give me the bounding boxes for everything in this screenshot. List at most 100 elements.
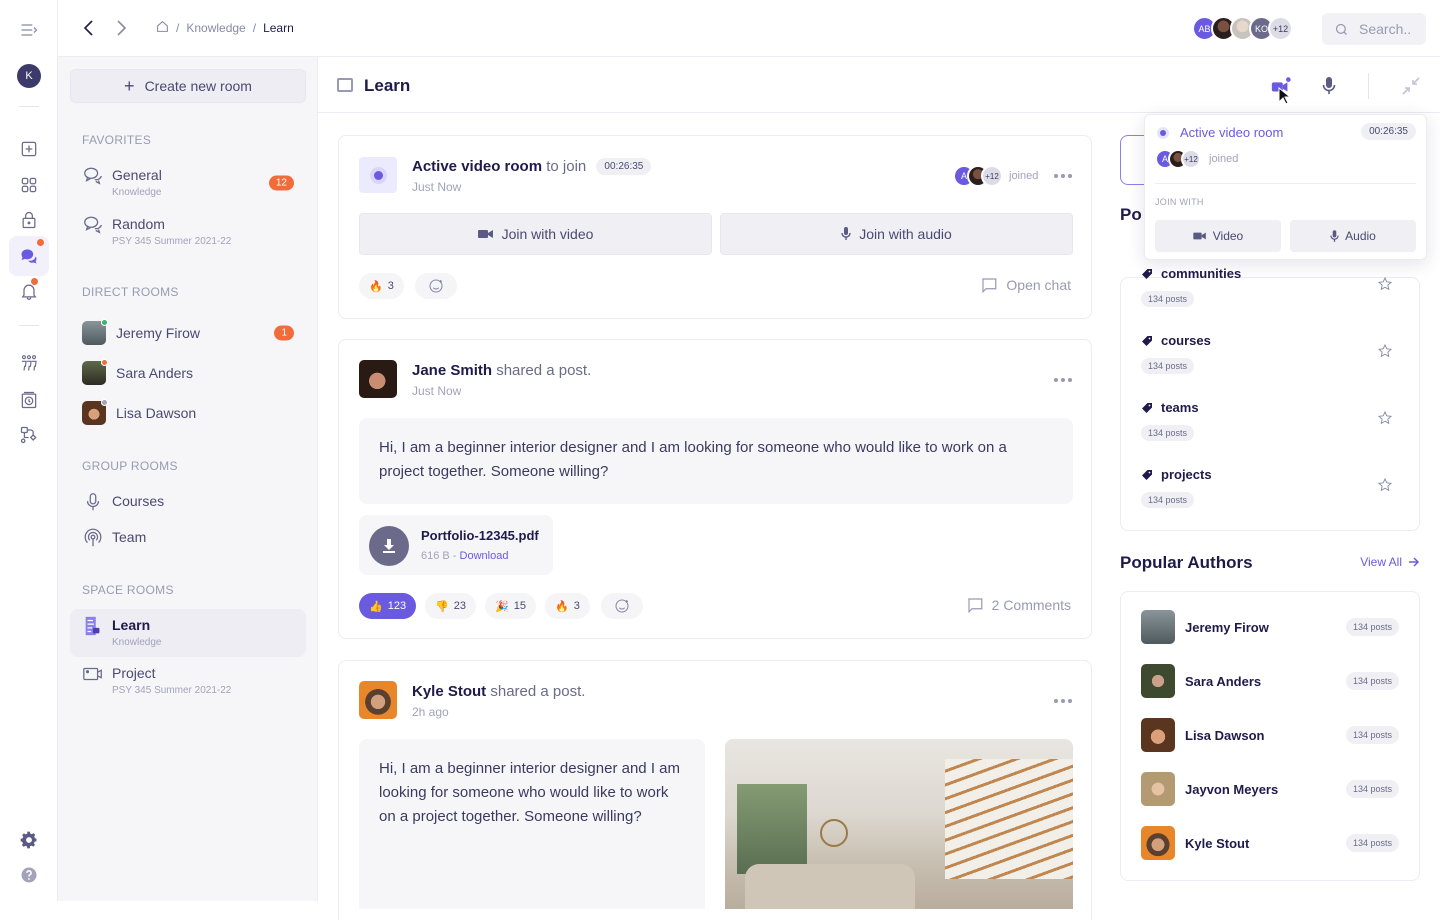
view-all-link[interactable]: View All [1360, 555, 1420, 569]
divider [1155, 183, 1416, 184]
home-icon[interactable] [156, 20, 169, 36]
microphone-icon [1330, 229, 1339, 242]
notification-dot [31, 278, 38, 285]
breadcrumb-learn: Learn [263, 21, 294, 35]
menu-toggle-icon[interactable] [14, 15, 44, 45]
download-icon[interactable] [369, 526, 409, 566]
chat-icon[interactable] [9, 236, 49, 276]
post-image[interactable] [725, 739, 1073, 909]
breadcrumb: / Knowledge / Learn [156, 20, 294, 36]
popular-authors-title: Popular Authors [1120, 553, 1253, 572]
icon-rail: K [0, 0, 58, 901]
help-icon[interactable] [14, 860, 44, 890]
divider [19, 106, 39, 107]
reaction-party[interactable]: 🎉 15 [485, 593, 536, 619]
direct-room-lisa-dawson[interactable]: Lisa Dawson [70, 399, 306, 425]
joined-participants[interactable]: A +12 joined [1155, 149, 1238, 169]
more-participants-count: +12 [1268, 16, 1293, 41]
file-attachment[interactable]: Portfolio-12345.pdf 616 B - Download [359, 515, 553, 575]
grid-icon[interactable] [14, 170, 44, 200]
popover-title[interactable]: Active video room [1180, 125, 1283, 140]
main-content: Learn Active video room to join 00:26:35… [318, 57, 1440, 920]
join-video-button[interactable]: Video [1155, 220, 1281, 252]
participant-avatars[interactable]: AB KO +12 [1192, 16, 1293, 41]
join-video-button[interactable]: Join with video [359, 213, 712, 255]
more-options-button[interactable] [1053, 375, 1073, 385]
video-camera-icon [1193, 232, 1206, 240]
microphone-icon [86, 493, 100, 511]
space-room-project[interactable]: Project PSY 345 Summer 2021-22 [70, 665, 306, 696]
unread-badge: 12 [268, 175, 294, 190]
author-avatar [1141, 610, 1175, 644]
reaction-thumbs-down[interactable]: 👎 23 [425, 593, 476, 619]
author-avatar[interactable] [359, 681, 397, 719]
more-participants-count: +12 [1181, 149, 1201, 169]
direct-room-sara-anders[interactable]: Sara Anders [70, 359, 306, 385]
comments-button[interactable]: 2 Comments [966, 596, 1071, 614]
author-avatar[interactable] [359, 360, 397, 398]
unread-badge: 1 [274, 325, 294, 341]
bell-icon[interactable] [14, 276, 44, 306]
author-item[interactable]: Lisa Dawson 134 posts [1141, 718, 1401, 752]
tag-item[interactable]: teams 134 posts [1141, 400, 1401, 441]
direct-room-jeremy-firow[interactable]: Jeremy Firow 1 [70, 319, 306, 345]
microphone-icon [841, 227, 851, 240]
file-name: Portfolio-12345.pdf [421, 528, 539, 543]
author-avatar [1141, 772, 1175, 806]
post-author[interactable]: Jane Smith [412, 362, 492, 379]
joined-participants[interactable]: A +12 joined [953, 165, 1038, 187]
author-item[interactable]: Sara Anders 134 posts [1141, 664, 1401, 698]
author-item[interactable]: Kyle Stout 134 posts [1141, 826, 1401, 860]
breadcrumb-knowledge[interactable]: Knowledge [186, 21, 245, 35]
divider [1368, 73, 1369, 99]
back-button[interactable] [78, 17, 100, 39]
add-reaction-button[interactable] [415, 273, 457, 299]
collapse-button[interactable] [1400, 75, 1422, 97]
space-room-learn[interactable]: Learn Knowledge [70, 609, 306, 657]
settings-icon[interactable] [14, 825, 44, 855]
more-options-button[interactable] [1053, 696, 1073, 706]
tag-item[interactable]: communities 134 posts [1141, 266, 1401, 307]
star-icon [1377, 410, 1393, 425]
forward-button[interactable] [110, 17, 132, 39]
avatar [82, 399, 108, 425]
post-text: Hi, I am a beginner interior designer an… [359, 739, 705, 909]
search-placeholder: Search.. [1359, 21, 1412, 37]
join-audio-button[interactable]: Join with audio [720, 213, 1073, 255]
chat-icon [982, 278, 997, 294]
create-room-button[interactable]: + Create new room [70, 69, 306, 103]
schedule-icon[interactable] [14, 385, 44, 415]
join-with-label: JOIN WITH [1155, 197, 1204, 207]
avatar [82, 319, 108, 345]
group-room-team[interactable]: Team [70, 528, 306, 549]
more-options-button[interactable] [1053, 171, 1073, 181]
search-input[interactable]: Search.. [1322, 13, 1426, 45]
download-link[interactable]: Download [460, 550, 509, 562]
open-chat-button[interactable]: Open chat [980, 276, 1071, 294]
join-audio-button[interactable]: Audio [1290, 220, 1416, 252]
mouse-cursor-icon [1278, 86, 1292, 110]
room-random[interactable]: Random PSY 345 Summer 2021-22 [70, 216, 306, 247]
community-icon[interactable] [14, 348, 44, 378]
tag-item[interactable]: courses 134 posts [1141, 333, 1401, 374]
add-reaction-button[interactable] [601, 593, 643, 619]
author-item[interactable]: Jayvon Meyers 134 posts [1141, 772, 1401, 806]
workflow-icon[interactable] [14, 420, 44, 450]
lock-icon[interactable] [14, 205, 44, 235]
add-icon[interactable] [14, 134, 44, 164]
post-author[interactable]: Kyle Stout [412, 683, 486, 700]
room-general[interactable]: General Knowledge 12 [70, 167, 306, 198]
user-avatar[interactable]: K [17, 64, 41, 88]
tab-button-partial[interactable] [1120, 135, 1146, 185]
author-item[interactable]: Jeremy Firow 134 posts [1141, 610, 1401, 644]
group-room-courses[interactable]: Courses [70, 493, 306, 513]
audio-call-button[interactable] [1318, 75, 1340, 97]
reaction-fire[interactable]: 🔥 3 [545, 593, 590, 619]
room-title[interactable]: Active video room [412, 158, 542, 175]
comment-icon [967, 598, 982, 614]
reaction-fire[interactable]: 🔥 3 [359, 273, 404, 299]
tag-item[interactable]: projects 134 posts [1141, 467, 1401, 508]
arrow-right-icon [1409, 557, 1420, 567]
video-room-icon [83, 667, 102, 681]
reaction-thumbs-up[interactable]: 👍 123 [359, 593, 417, 619]
